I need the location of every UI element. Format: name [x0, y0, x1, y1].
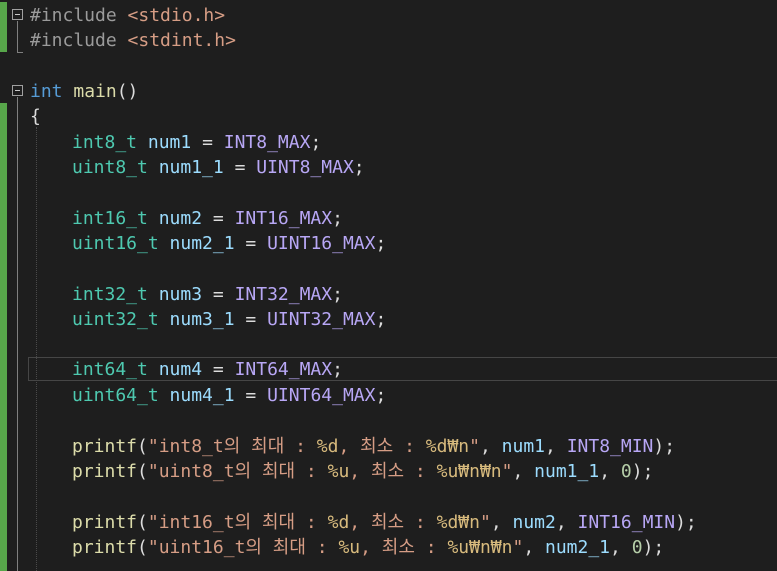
format-specifier: %u	[338, 537, 361, 558]
type-name: int8_t	[72, 132, 138, 153]
argument: INT8_MIN	[566, 436, 654, 457]
code-line[interactable]: int64_t num4 = INT64_MAX;	[72, 357, 343, 382]
argument: 0	[631, 537, 643, 558]
format-specifier: %d₩n	[436, 512, 480, 533]
argument: 0	[620, 461, 632, 482]
string-literal: "int8_t의 최대 :	[147, 436, 317, 457]
change-marker	[0, 2, 7, 52]
type-name: uint16_t	[72, 233, 159, 254]
code-line[interactable]: printf("int16_t의 최대 : %d, 최소 : %d₩n", nu…	[72, 510, 697, 535]
string-literal: , 최소 :	[360, 537, 448, 558]
string-literal: "	[469, 436, 480, 457]
argument: num1_1	[534, 461, 600, 482]
format-specifier: %d	[327, 512, 350, 533]
code-line[interactable]: uint16_t num2_1 = UINT16_MAX;	[72, 231, 386, 256]
fold-guide	[17, 97, 18, 571]
string-literal: , 최소 :	[349, 461, 437, 482]
format-specifier: %d	[316, 436, 339, 457]
function-name: printf	[72, 512, 138, 533]
variable-name: num4	[158, 359, 203, 380]
string-literal: "int16_t의 최대 :	[147, 512, 328, 533]
code-line[interactable]: int main()	[30, 79, 138, 104]
code-line[interactable]: #include <stdio.h>	[30, 3, 225, 28]
header-name: <stdio.h>	[127, 5, 226, 26]
macro-name: INT16_MAX	[234, 208, 333, 229]
type-name: int16_t	[72, 208, 148, 229]
open-brace: {	[30, 106, 41, 127]
macro-name: INT64_MAX	[234, 359, 333, 380]
string-literal: "	[479, 512, 491, 533]
function-name: main	[73, 81, 117, 102]
punctuation: ()	[116, 81, 139, 102]
code-line[interactable]: int8_t num1 = INT8_MAX;	[72, 130, 321, 155]
collapse-icon[interactable]	[12, 9, 23, 20]
macro-name: UINT32_MAX	[267, 309, 376, 330]
string-literal: "uint8_t의 최대 :	[147, 461, 328, 482]
type-name: int64_t	[72, 359, 148, 380]
string-literal: , 최소 :	[338, 436, 426, 457]
string-literal: "uint16_t의 최대 :	[147, 537, 339, 558]
string-literal: "	[501, 461, 513, 482]
argument: num2	[512, 512, 556, 533]
argument: INT16_MIN	[577, 512, 676, 533]
macro-name: UINT64_MAX	[267, 385, 376, 406]
macro-name: INT32_MAX	[234, 284, 333, 305]
format-specifier: %u	[327, 461, 350, 482]
macro-name: UINT16_MAX	[267, 233, 376, 254]
fold-guide-end	[17, 52, 23, 53]
code-line[interactable]: int32_t num3 = INT32_MAX;	[72, 282, 343, 307]
code-line[interactable]: #include <stdint.h>	[30, 28, 236, 53]
format-specifier: %u₩n₩n	[447, 537, 513, 558]
type-name: uint32_t	[72, 309, 159, 330]
code-line[interactable]: int16_t num2 = INT16_MAX;	[72, 206, 343, 231]
macro-name: UINT8_MAX	[256, 157, 354, 178]
code-line[interactable]: {	[30, 104, 41, 129]
fold-guide	[17, 21, 18, 53]
type-name: uint64_t	[72, 385, 159, 406]
keyword: int	[30, 81, 63, 102]
format-specifier: %u₩n₩n	[436, 461, 502, 482]
type-name: uint8_t	[72, 157, 148, 178]
string-literal: , 최소 :	[349, 512, 437, 533]
variable-name: num4_1	[169, 385, 235, 406]
format-specifier: %d₩n	[425, 436, 470, 457]
code-line[interactable]: uint8_t num1_1 = UINT8_MAX;	[72, 155, 365, 180]
code-line[interactable]: printf("uint8_t의 최대 : %u, 최소 : %u₩n₩n", …	[72, 459, 653, 484]
string-literal: "	[512, 537, 524, 558]
variable-name: num3	[158, 284, 203, 305]
macro-name: INT8_MAX	[223, 132, 311, 153]
variable-name: num3_1	[169, 309, 235, 330]
code-editor[interactable]: #include <stdio.h> #include <stdint.h> i…	[0, 0, 777, 571]
variable-name: num1	[147, 132, 192, 153]
header-name: <stdint.h>	[127, 30, 236, 51]
collapse-icon[interactable]	[12, 85, 23, 96]
function-name: printf	[72, 461, 138, 482]
variable-name: num1_1	[158, 157, 224, 178]
variable-name: num2	[158, 208, 203, 229]
function-name: printf	[72, 436, 138, 457]
preprocessor-directive: #include	[30, 30, 128, 51]
type-name: int32_t	[72, 284, 148, 305]
argument: num1	[501, 436, 546, 457]
variable-name: num2_1	[169, 233, 235, 254]
change-marker	[0, 103, 7, 571]
indent-guide	[36, 127, 37, 571]
code-line[interactable]: printf("int8_t의 최대 : %d, 최소 : %d₩n", num…	[72, 434, 675, 459]
code-line[interactable]: uint64_t num4_1 = UINT64_MAX;	[72, 383, 386, 408]
function-name: printf	[72, 537, 138, 558]
preprocessor-directive: #include	[30, 5, 128, 26]
argument: num2_1	[545, 537, 611, 558]
code-line[interactable]: printf("uint16_t의 최대 : %u, 최소 : %u₩n₩n",…	[72, 535, 664, 560]
code-line[interactable]: uint32_t num3_1 = UINT32_MAX;	[72, 307, 386, 332]
